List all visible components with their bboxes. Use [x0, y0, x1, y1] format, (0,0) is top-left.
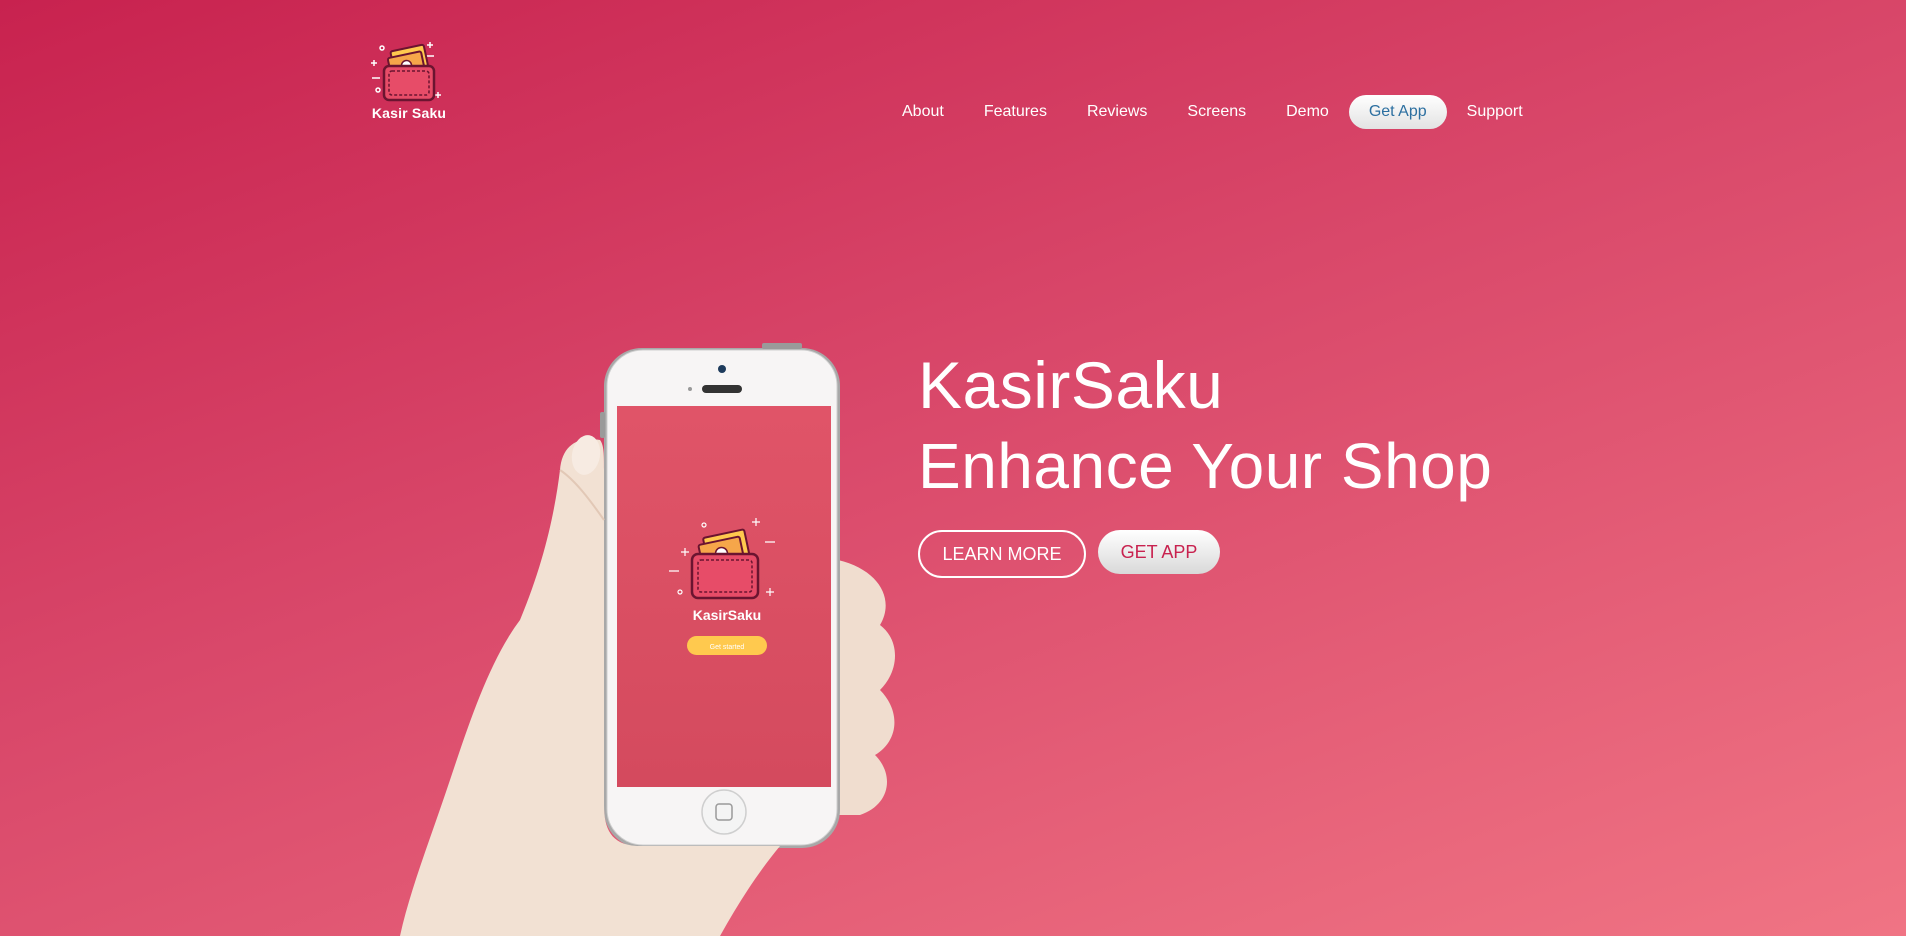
phone-get-started-label: Get started [710, 644, 745, 651]
hero-section: KasirSaku Enhance Your Shop [918, 352, 1492, 498]
learn-more-button[interactable]: LEARN MORE [918, 530, 1086, 578]
get-app-button[interactable]: GET APP [1098, 530, 1220, 574]
hero-subtitle: Enhance Your Shop [918, 430, 1493, 502]
hero-actions: LEARN MORE GET APP [918, 530, 1220, 578]
hero-title: KasirSaku [918, 348, 1224, 422]
phone-app-name: KasirSaku [693, 607, 761, 623]
